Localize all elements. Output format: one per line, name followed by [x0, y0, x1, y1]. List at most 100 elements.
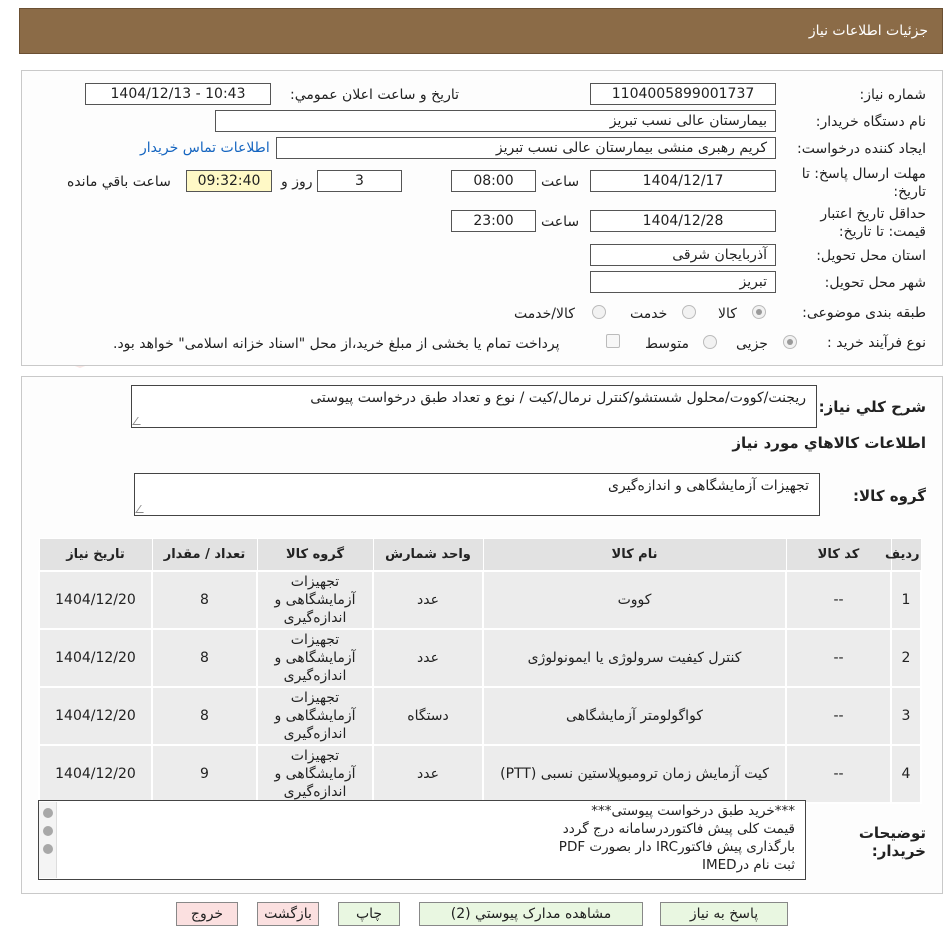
- province-field[interactable]: آذربایجان شرقی: [590, 244, 776, 266]
- validity-label-2: قيمت: تا تاريخ:: [838, 224, 926, 240]
- remaining-label: ساعت باقي مانده: [67, 174, 171, 190]
- col-header-qty: تعداد / مقدار: [151, 538, 258, 571]
- col-header-group: گروه كالا: [256, 538, 374, 571]
- cell-qty: 8: [151, 685, 258, 746]
- goods-table: رديف كد كالا نام كالا واحد شمارش گروه كا…: [38, 538, 922, 804]
- notes-line: بارگذاری پیش فاکتورIRC دار بصورت PDF: [558, 839, 795, 855]
- treasury-note: پرداخت تمام يا بخشی از مبلغ خريد،از محل …: [113, 336, 560, 352]
- cell-unit: عدد: [372, 627, 484, 688]
- table-row[interactable]: 3 -- کواگولومتر آزمایشگاهی دستگاه تجهیزا…: [38, 685, 922, 746]
- cell-date: 1404/12/20: [38, 743, 153, 804]
- category-option-goods: کالا: [718, 306, 737, 322]
- goods-info-title: اطلاعات كالاهاي مورد نياز: [732, 434, 926, 452]
- cell-unit: عدد: [372, 569, 484, 630]
- cell-row: 2: [890, 627, 922, 688]
- table-row[interactable]: 2 -- کنترل کیفیت سرولوژی یا ایمونولوژی ع…: [38, 627, 922, 688]
- buyer-notes-label: توضيحات: [858, 824, 926, 842]
- cell-date: 1404/12/20: [38, 685, 153, 746]
- buyer-org-field[interactable]: بیمارستان عالی نسب تبریز: [215, 110, 776, 132]
- validity-label: حداقل تاريخ اعتبار: [820, 206, 926, 222]
- reply-button[interactable]: پاسخ به نياز: [660, 902, 788, 926]
- scroll-down-dot[interactable]: [43, 844, 53, 854]
- table-row[interactable]: 1 -- کووت عدد تجهیزات آزمایشگاهی و انداز…: [38, 569, 922, 630]
- category-label: طبقه بندی موضوعی:: [802, 305, 926, 321]
- validity-date-field[interactable]: 1404/12/28: [590, 210, 776, 232]
- cell-group: تجهیزات آزمایشگاهی و اندازه‌گیری: [256, 743, 374, 804]
- deadline-label: مهلت ارسال پاسخ: تا: [801, 166, 926, 182]
- category-radio-both[interactable]: [592, 305, 606, 319]
- cell-name: کنترل کیفیت سرولوژی یا ایمونولوژی: [482, 627, 787, 688]
- cell-code: --: [785, 743, 892, 804]
- goods-group-field[interactable]: تجهیزات آزمایشگاهی و اندازه‌گیری: [134, 473, 820, 516]
- announce-field[interactable]: 1404/12/13 - 10:43: [85, 83, 271, 105]
- cell-group: تجهیزات آزمایشگاهی و اندازه‌گیری: [256, 627, 374, 688]
- days-label: روز و: [281, 174, 313, 190]
- cell-name: کواگولومتر آزمایشگاهی: [482, 685, 787, 746]
- resize-handle[interactable]: [132, 417, 146, 425]
- cell-date: 1404/12/20: [38, 569, 153, 630]
- cell-group: تجهیزات آزمایشگاهی و اندازه‌گیری: [256, 569, 374, 630]
- purchase-option-medium: متوسط: [645, 336, 689, 352]
- cell-group: تجهیزات آزمایشگاهی و اندازه‌گیری: [256, 685, 374, 746]
- resize-handle[interactable]: [135, 505, 149, 513]
- cell-name: کیت آزمایش زمان ترومبوپلاستین نسبی (PTT): [482, 743, 787, 804]
- deadline-time-field[interactable]: 08:00: [451, 170, 536, 192]
- validity-time-field[interactable]: 23:00: [451, 210, 536, 232]
- announce-label: تاریخ و ساعت اعلان عمومي:: [290, 87, 459, 103]
- deadline-hour-label: ساعت: [541, 174, 580, 190]
- cell-row: 1: [890, 569, 922, 630]
- scroll-thumb[interactable]: [43, 826, 53, 836]
- table-header-row: رديف كد كالا نام كالا واحد شمارش گروه كا…: [38, 538, 922, 571]
- cell-row: 3: [890, 685, 922, 746]
- view-attachments-button[interactable]: مشاهده مدارک پيوستي (2): [419, 902, 643, 926]
- exit-button[interactable]: خروج: [176, 902, 238, 926]
- general-description-field[interactable]: ریجنت/کووت/محلول شستشو/کنترل نرمال/کیت /…: [131, 385, 817, 428]
- notes-line: قیمت کلی پیش فاکتوردرسامانه درج گردد: [562, 821, 795, 837]
- table-row[interactable]: 4 -- کیت آزمایش زمان ترومبوپلاستین نسبی …: [38, 743, 922, 804]
- cell-unit: دستگاه: [372, 685, 484, 746]
- city-field[interactable]: تبریز: [590, 271, 776, 293]
- cell-name: کووت: [482, 569, 787, 630]
- print-button[interactable]: چاپ: [338, 902, 400, 926]
- treasury-checkbox[interactable]: [606, 334, 620, 348]
- category-option-both: کالا/خدمت: [514, 306, 575, 322]
- requester-label: ايجاد كننده درخواست:: [797, 141, 926, 157]
- buyer-contact-link[interactable]: اطلاعات تماس خريدار: [140, 140, 270, 156]
- goods-group-text: تجهیزات آزمایشگاهی و اندازه‌گیری: [607, 478, 809, 494]
- cell-code: --: [785, 627, 892, 688]
- days-field[interactable]: 3: [317, 170, 402, 192]
- requester-field[interactable]: کریم رهبری منشی بیمارستان عالی نسب تبریز: [276, 137, 776, 159]
- need-number-field[interactable]: 1104005899001737: [590, 83, 776, 105]
- col-header-name: نام كالا: [482, 538, 787, 571]
- deadline-date-field[interactable]: 1404/12/17: [590, 170, 776, 192]
- cell-date: 1404/12/20: [38, 627, 153, 688]
- scroll-up-dot[interactable]: [43, 808, 53, 818]
- buyer-notes-label-2: خريدار:: [871, 842, 926, 860]
- notes-scrollbar[interactable]: [39, 802, 57, 878]
- notes-line: ثبت نام درIMED: [702, 857, 795, 873]
- general-description-text: ریجنت/کووت/محلول شستشو/کنترل نرمال/کیت /…: [310, 390, 806, 406]
- category-option-service: خدمت: [630, 306, 668, 322]
- cell-row: 4: [890, 743, 922, 804]
- province-label: استان محل تحويل:: [816, 248, 926, 264]
- purchase-radio-minor[interactable]: [783, 335, 797, 349]
- cell-unit: عدد: [372, 743, 484, 804]
- page-header: جزئیات اطلاعات نیاز: [19, 8, 943, 54]
- cell-code: --: [785, 685, 892, 746]
- category-radio-goods[interactable]: [752, 305, 766, 319]
- col-header-date: تاريخ نياز: [38, 538, 153, 571]
- category-radio-service[interactable]: [682, 305, 696, 319]
- buyer-notes-field[interactable]: ***خرید طبق درخواست پیوستی*** قیمت کلی پ…: [38, 800, 806, 880]
- validity-hour-label: ساعت: [541, 214, 580, 230]
- goods-group-label: گروه كالا:: [853, 487, 926, 505]
- cell-qty: 8: [151, 569, 258, 630]
- cell-qty: 8: [151, 627, 258, 688]
- remaining-time-field: 09:32:40: [186, 170, 272, 192]
- purchase-option-minor: جزیی: [736, 336, 768, 352]
- col-header-unit: واحد شمارش: [372, 538, 484, 571]
- purchase-radio-medium[interactable]: [703, 335, 717, 349]
- back-button[interactable]: بازگشت: [257, 902, 319, 926]
- general-description-label: شرح كلي نياز:: [818, 398, 926, 416]
- col-header-code: كد كالا: [785, 538, 892, 571]
- cell-code: --: [785, 569, 892, 630]
